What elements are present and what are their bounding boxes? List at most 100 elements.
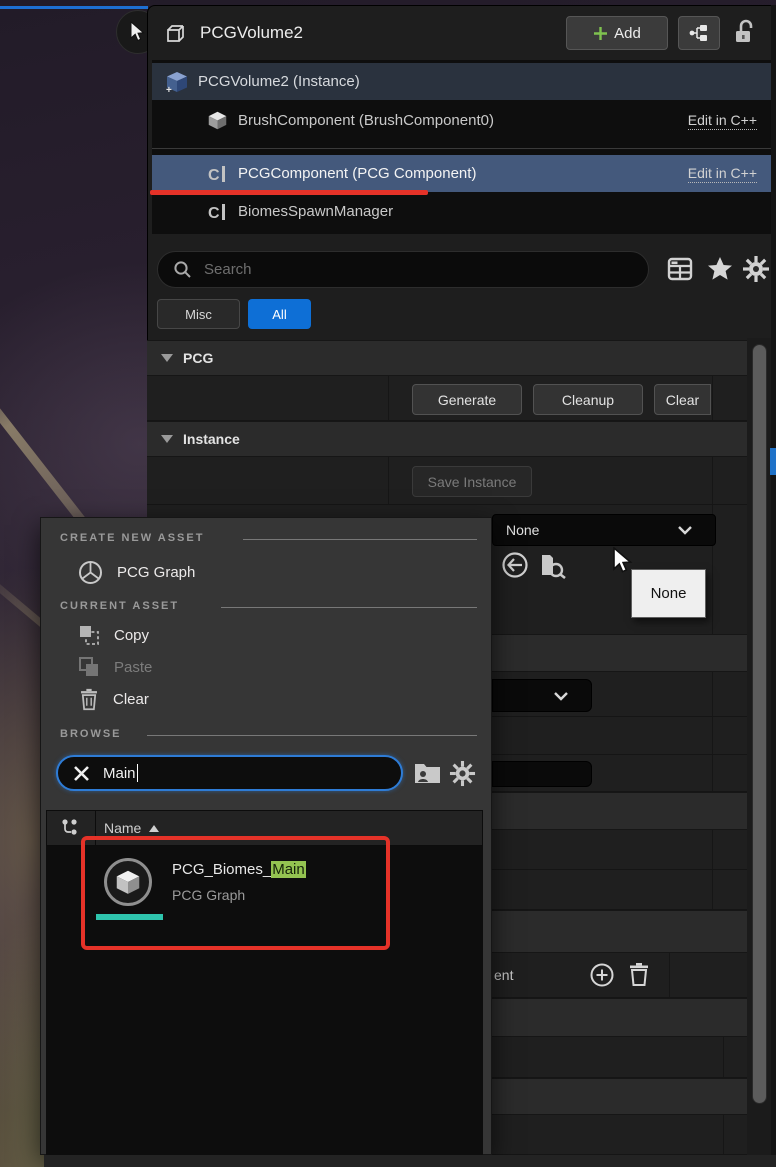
settings-gear-icon[interactable] (741, 254, 771, 284)
menu-item-clear[interactable]: Clear (79, 688, 149, 711)
edit-in-cpp-link[interactable]: Edit in C++ (687, 165, 757, 183)
search-icon (172, 260, 192, 280)
unlock-icon[interactable] (728, 15, 762, 49)
volume-cube-icon: + (164, 69, 190, 95)
menu-item-label: Clear (113, 691, 149, 708)
property-row (492, 1037, 776, 1078)
category-instance[interactable]: Instance (147, 421, 776, 457)
category-band (492, 998, 776, 1037)
category-label: Instance (183, 431, 240, 447)
view-options-gear-icon[interactable] (448, 759, 476, 787)
popup-bottom-strip (44, 1155, 776, 1167)
partial-text-field[interactable] (492, 761, 592, 787)
chevron-down-icon (554, 691, 568, 701)
tree-row-instance[interactable]: + PCGVolume2 (Instance) (152, 63, 771, 100)
tree-row-label: BrushComponent (BrushComponent0) (238, 112, 494, 129)
partial-dropdown[interactable] (492, 679, 592, 712)
cleanup-button[interactable]: Cleanup (533, 384, 643, 415)
display-grid-icon[interactable] (665, 254, 695, 284)
delete-all-elements-icon[interactable] (626, 961, 652, 989)
property-row (492, 672, 776, 717)
svg-text:+: + (166, 85, 172, 94)
plus-icon (594, 26, 608, 40)
scrollbar-thumb[interactable] (752, 344, 767, 1104)
cpp-class-icon: C (206, 201, 228, 223)
add-element-icon[interactable] (588, 961, 616, 989)
menu-item-paste[interactable]: Paste (78, 656, 152, 678)
dropdown-value: None (506, 522, 540, 538)
row-divider (669, 953, 670, 997)
generate-button[interactable]: Generate (412, 384, 522, 415)
property-row (492, 870, 776, 910)
property-row (492, 1115, 776, 1155)
row-divider (712, 672, 713, 716)
tree-row-label: PCGComponent (PCG Component) (238, 165, 477, 182)
tooltip-text: None (650, 585, 687, 602)
chip-label: Misc (185, 306, 212, 322)
add-button-label: Add (614, 24, 641, 42)
save-instance-button[interactable]: Save Instance (412, 466, 532, 497)
property-row (492, 755, 776, 792)
button-label: Cleanup (561, 391, 615, 408)
blue-edge-marker (770, 448, 776, 475)
menu-item-pcg-graph[interactable]: PCG Graph (78, 560, 195, 585)
add-component-button[interactable]: Add (566, 16, 668, 50)
row-divider (712, 830, 713, 869)
copy-icon (80, 626, 99, 645)
clear-button[interactable]: Clear (654, 384, 711, 415)
clear-search-x-icon[interactable] (71, 763, 91, 783)
search-input[interactable] (202, 260, 586, 279)
save-search-folder-icon[interactable] (412, 760, 442, 787)
chevron-down-icon (161, 354, 173, 362)
name-column-label: Name (104, 820, 142, 836)
use-selected-asset-icon[interactable] (500, 550, 530, 580)
row-divider (723, 1037, 724, 1077)
tooltip: None (631, 569, 706, 618)
category-band (492, 910, 776, 953)
svg-text:C: C (208, 205, 220, 222)
filter-chip-misc[interactable]: Misc (157, 299, 240, 329)
property-row (492, 717, 776, 755)
section-divider (243, 539, 477, 540)
details-search-bar[interactable] (157, 251, 649, 288)
text-caret (136, 764, 138, 782)
tree-row-pcg-component-selected[interactable]: C PCGComponent (PCG Component) Edit in C… (152, 155, 771, 192)
svg-text:C: C (208, 167, 220, 184)
pcg-actions-row: Generate Cleanup Clear (147, 376, 776, 421)
brush-cube-icon (206, 110, 228, 132)
category-label: PCG (183, 350, 214, 366)
chevron-down-icon (161, 435, 173, 443)
button-label: Save Instance (427, 473, 517, 490)
convert-to-blueprint-button[interactable] (678, 16, 720, 50)
property-row (492, 830, 776, 870)
row-divider (712, 457, 713, 504)
favorites-star-icon[interactable] (705, 254, 735, 284)
button-label: Generate (437, 391, 497, 408)
tree-row-brush-component[interactable]: BrushComponent (BrushComponent0) Edit in… (152, 102, 771, 139)
section-divider (221, 607, 477, 608)
viewport-top-highlight (0, 6, 148, 9)
tree-row-biomes-spawn-manager[interactable]: C BiomesSpawnManager (152, 193, 771, 230)
category-pcg[interactable]: PCG (147, 340, 776, 376)
edit-in-cpp-link[interactable]: Edit in C++ (687, 112, 757, 130)
tree-separator (152, 148, 771, 149)
row-divider (712, 870, 713, 909)
browse-header: BROWSE (60, 728, 122, 740)
paste-icon (79, 657, 98, 676)
row-divider (712, 376, 713, 420)
row-divider (712, 755, 713, 791)
property-splitter[interactable] (388, 457, 389, 504)
menu-item-copy[interactable]: Copy (78, 624, 149, 646)
property-splitter[interactable] (388, 376, 389, 420)
row-divider (723, 1115, 724, 1154)
cpp-class-icon: C (206, 163, 228, 185)
pcg-graph-sphere-icon (79, 561, 102, 584)
graph-asset-dropdown[interactable]: None (492, 514, 716, 546)
instance-save-row: Save Instance (147, 457, 776, 505)
create-new-asset-header: CREATE NEW ASSET (60, 532, 205, 544)
asset-search-input[interactable]: Main (56, 755, 403, 791)
array-property-row: ent (492, 953, 776, 998)
browse-to-asset-icon[interactable] (538, 550, 570, 580)
menu-item-label: Paste (114, 658, 153, 676)
filter-chip-all[interactable]: All (248, 299, 311, 329)
